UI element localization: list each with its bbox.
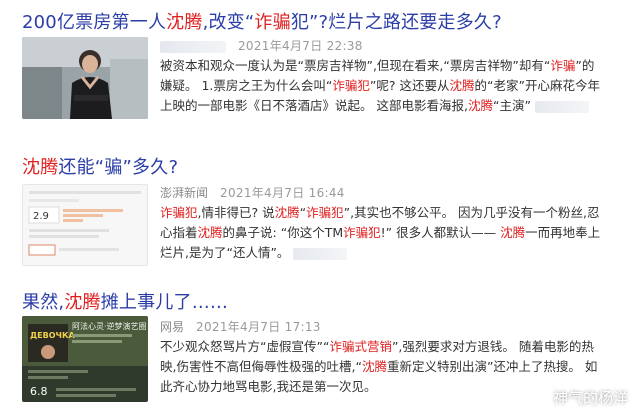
title-highlight: 沈腾 [22,157,59,178]
snippet-highlight: 诈骗犯 [332,78,370,93]
poster-logo: ДЕВОЧКА [30,331,75,340]
snippet-text: 不少观众怒骂片方“虚假宣传”“ [160,339,330,354]
title-highlight: 沈腾 [166,12,203,33]
title-highlight: 诈骗 [254,12,291,33]
rating-screenshot-image: 2.9 [23,185,147,265]
result-title-2[interactable]: 沈腾还能“骗”多久? [22,153,178,179]
blurred-text [293,247,348,260]
result-thumbnail-1[interactable] [22,37,148,119]
snippet-highlight: 诈骗式营销 [329,339,392,354]
snippet-text: 被资本和观众一度认为是“票房吉祥物”,但现在看来,“票房吉祥物”却有“ [160,58,551,73]
result-date: 2021年4月7日 17:13 [196,320,321,334]
result-meta-1: 2021年4月7日 22:38 [160,37,363,54]
search-result-3: 果然,沈腾摊上事儿了…… ДЕВОЧКА 阿法心灵·逆梦演艺圈 6.8 网易 20… [0,280,640,414]
snippet-highlight: 沈腾 [467,98,493,113]
result-thumbnail-3[interactable]: ДЕВОЧКА 阿法心灵·逆梦演艺圈 6.8 [22,316,148,402]
poster-score: 6.8 [30,385,48,398]
result-title-3[interactable]: 果然,沈腾摊上事儿了…… [22,288,228,314]
search-result-2: 沈腾还能“骗”多久? 2.9 澎湃新闻 2021年4月7日 16:44 诈骗犯,情… [0,140,640,280]
snippet-highlight: 诈骗 [550,58,576,73]
result-date: 2021年4月7日 16:44 [220,186,345,200]
title-text: 还能“骗”多久? [58,157,179,178]
result-title-1[interactable]: 200亿票房第一人沈腾,改变“诈骗犯”?烂片之路还要走多久? [22,8,502,34]
portrait-image [22,37,148,119]
result-meta-2: 澎湃新闻 2021年4月7日 16:44 [160,184,345,201]
watermark-text: 神气的杨洋 [552,389,628,407]
snippet-highlight: 诈骗犯 [160,205,198,220]
snippet-highlight: 沈腾 [500,225,526,240]
result-snippet-3: 不少观众怒骂片方“虚假宣传”“诈骗式营销”,强烈要求对方退钱。 随着电影的热映,… [160,337,602,397]
search-result-1: 200亿票房第一人沈腾,改变“诈骗犯”?烂片之路还要走多久? 2021年4月7日… [0,0,640,140]
snippet-highlight: 沈腾 [274,205,300,220]
blurred-text [534,100,589,113]
snippet-highlight: 诈骗犯 [343,225,381,240]
title-text: 果然, [22,292,65,313]
snippet-highlight: 沈腾 [449,78,475,93]
snippet-highlight: 沈腾 [361,359,387,374]
result-meta-3: 网易 2021年4月7日 17:13 [160,318,321,335]
result-source[interactable]: 网易 [160,320,184,334]
snippet-highlight: 沈腾 [197,225,223,240]
title-text: ,改变“ [202,12,255,33]
title-text: 200亿票房第一人 [22,12,167,33]
snippet-text: ”呢? 这还要从 [369,78,450,93]
result-snippet-2: 诈骗犯,情非得已? 说沈腾“诈骗犯”,其实也不够公平。 因为几乎没有一个粉丝,忍… [160,203,602,263]
result-source[interactable]: 澎湃新闻 [160,186,208,200]
snippet-highlight: 诈骗犯 [306,205,344,220]
poster-title: 阿法心灵·逆梦演艺圈 [72,321,147,331]
title-highlight: 沈腾 [64,292,101,313]
snippet-text: ,情非得已? 说 [197,205,275,220]
title-text: 摊上事儿了…… [100,292,229,313]
snippet-text: “主演” [492,98,531,113]
snippet-text: 的鼻子说: “你这个TM [222,225,344,240]
snippet-text: !” 很多人都默认—— [380,225,501,240]
result-thumbnail-2[interactable]: 2.9 [22,184,148,266]
blurred-source [160,40,226,53]
rating-score: 2.9 [33,211,49,222]
movie-poster-image: ДЕВОЧКА 阿法心灵·逆梦演艺圈 6.8 [22,316,148,402]
title-text: 犯”?烂片之路还要走多久? [290,12,502,33]
result-date: 2021年4月7日 22:38 [238,39,363,53]
result-snippet-1: 被资本和观众一度认为是“票房吉祥物”,但现在看来,“票房吉祥物”却有“诈骗”的嫌… [160,56,602,116]
